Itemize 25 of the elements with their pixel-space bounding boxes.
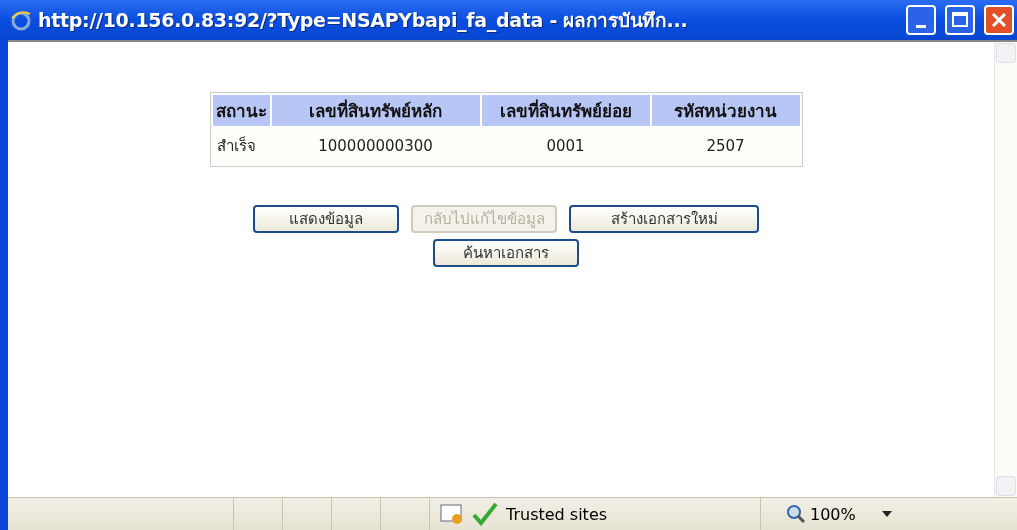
maximize-button[interactable]	[945, 5, 975, 35]
form-button[interactable]: ค้นหาเอกสาร	[433, 239, 579, 267]
browser-icon	[10, 9, 32, 31]
zoom-icon[interactable]	[786, 504, 806, 524]
table-cell: 2507	[651, 128, 800, 164]
table-cell: 100000000300	[271, 128, 480, 164]
close-button[interactable]	[984, 5, 1014, 35]
form-button[interactable]: สร้างเอกสารใหม่	[569, 205, 759, 233]
check-icon	[472, 502, 498, 526]
warning-icon	[440, 503, 464, 525]
column-header: เลขที่สินทรัพย์ย่อย	[481, 95, 650, 126]
column-header: เลขที่สินทรัพย์หลัก	[271, 95, 480, 126]
form-button[interactable]: แสดงข้อมูล	[253, 205, 399, 233]
column-header: รหัสหน่วยงาน	[651, 95, 800, 126]
window-title: http://10.156.0.83:92/?Type=NSAPYbapi_fa_data - ผลการบันทึก...	[38, 8, 689, 34]
column-header: สถานะ	[212, 95, 270, 126]
table-cell: สำเร็จ	[212, 128, 270, 164]
table-cell: 0001	[481, 128, 650, 164]
close-icon	[991, 12, 1007, 28]
minimize-button[interactable]	[906, 5, 936, 35]
zoom-level[interactable]: 100%	[810, 504, 856, 524]
caret-icon[interactable]	[881, 511, 892, 517]
maximize-icon	[952, 12, 968, 28]
security-zone: Trusted sites	[506, 504, 608, 524]
minimize-icon	[916, 24, 926, 28]
